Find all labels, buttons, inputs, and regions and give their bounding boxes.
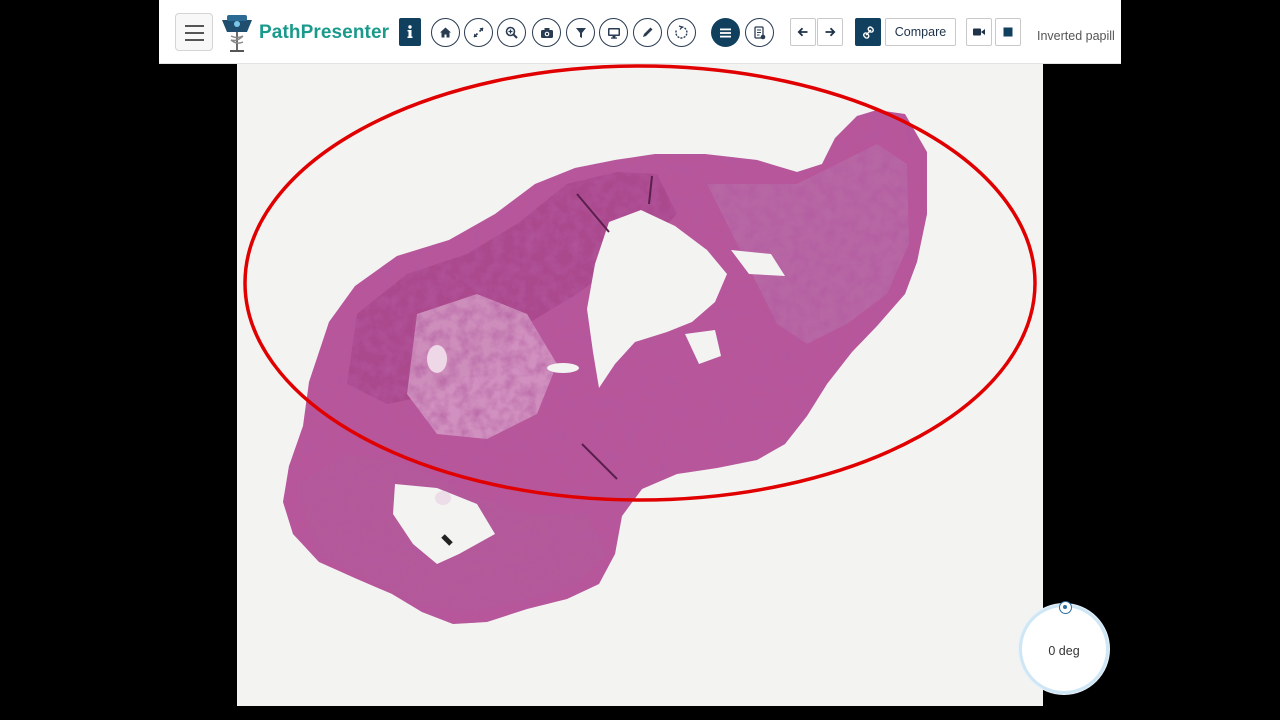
link-button[interactable]: [855, 18, 881, 46]
menu-icon: [185, 25, 204, 27]
annotate-button[interactable]: [633, 18, 662, 47]
list-icon: [720, 28, 731, 37]
slide-title: Inverted papill: [1037, 29, 1115, 43]
snapshot-button[interactable]: [532, 18, 561, 47]
filter-icon: [575, 27, 586, 38]
compare-button[interactable]: Compare: [885, 18, 956, 46]
home-button[interactable]: [431, 18, 460, 47]
monitor-icon: [607, 27, 620, 39]
rotation-handle[interactable]: [1059, 601, 1072, 614]
present-button[interactable]: [599, 18, 628, 47]
fullscreen-button[interactable]: [464, 18, 493, 47]
rotate-icon: [675, 25, 688, 39]
previous-button[interactable]: [790, 18, 816, 46]
rotation-label: 0 deg: [1048, 644, 1080, 658]
stop-icon: [1003, 27, 1013, 37]
report-button[interactable]: [745, 18, 774, 47]
logo-icon: [222, 15, 252, 52]
link-icon: [862, 25, 874, 39]
stop-button[interactable]: [995, 18, 1021, 46]
info-button[interactable]: [399, 18, 421, 46]
rotate-button[interactable]: [667, 18, 696, 47]
menu-button[interactable]: [175, 13, 213, 51]
home-icon: [440, 27, 451, 38]
menu-icon-bar: [185, 32, 204, 34]
app-name: PathPresenter: [259, 22, 390, 43]
zoom-icon: [505, 26, 518, 39]
menu-icon-bar: [185, 39, 204, 41]
list-button[interactable]: [711, 18, 740, 47]
filter-button[interactable]: [566, 18, 595, 47]
fullscreen-icon: [473, 27, 484, 38]
rotation-dial[interactable]: 0 deg: [1019, 604, 1109, 694]
toolbar: PathPresenter Compare Inverted papill: [159, 0, 1121, 64]
info-icon: [407, 25, 413, 38]
record-button[interactable]: [966, 18, 992, 46]
arrow-right-icon: [825, 27, 836, 37]
tissue-image: [283, 110, 927, 624]
pen-icon: [643, 27, 653, 37]
report-icon: [754, 25, 766, 39]
video-icon: [973, 28, 985, 36]
next-button[interactable]: [817, 18, 843, 46]
zoom-button[interactable]: [497, 18, 526, 47]
slide-viewer[interactable]: [237, 64, 1043, 706]
camera-icon: [540, 27, 553, 38]
arrow-left-icon: [797, 27, 808, 37]
